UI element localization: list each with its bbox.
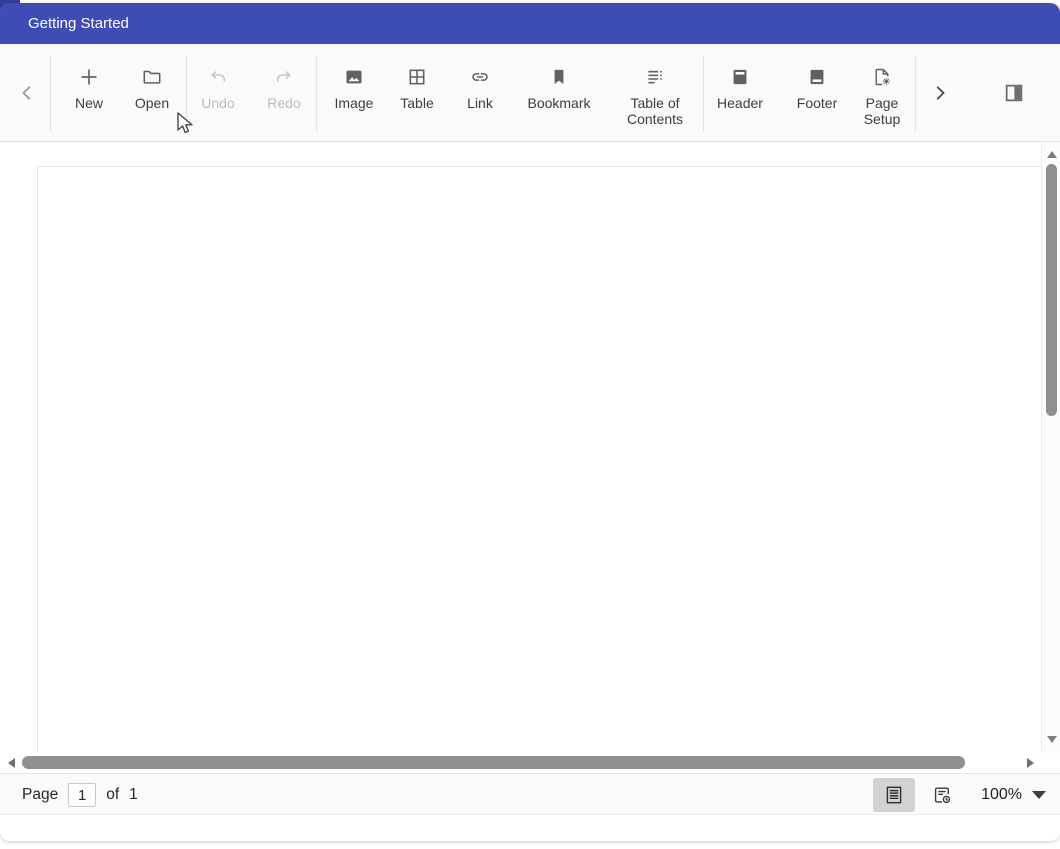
status-bar-right: 100% (873, 774, 1046, 816)
footer-button-label: Footer (797, 95, 837, 111)
vertical-scrollbar-thumb[interactable] (1046, 164, 1057, 416)
toolbar: New Open Undo Redo (0, 44, 1060, 142)
bookmark-button-label: Bookmark (527, 95, 590, 111)
zoom-dropdown[interactable]: 100% (981, 786, 1046, 804)
scroll-up-arrow-icon[interactable] (1047, 151, 1057, 158)
table-button-label: Table (400, 95, 433, 111)
scroll-down-arrow-icon[interactable] (1047, 736, 1057, 743)
caret-down-icon[interactable] (1032, 791, 1046, 799)
new-button-label: New (75, 95, 103, 111)
link-button[interactable]: Link (449, 54, 511, 136)
app-root: Getting Started New Open (0, 0, 1060, 849)
scroll-left-arrow-icon[interactable] (8, 758, 15, 768)
redo-button-label: Redo (267, 95, 300, 111)
undo-button-label: Undo (201, 95, 234, 111)
link-button-label: Link (467, 95, 493, 111)
redo-button[interactable]: Redo (253, 54, 315, 136)
bookmark-button[interactable]: Bookmark (519, 54, 599, 136)
properties-pane-icon (1003, 82, 1025, 104)
chevron-right-icon (929, 82, 951, 104)
table-of-contents-icon (644, 66, 666, 88)
open-button-label: Open (135, 95, 169, 111)
chevron-left-icon (16, 82, 38, 104)
vertical-scrollbar[interactable] (1041, 142, 1060, 753)
page-setup-button-label: Page Setup (859, 95, 905, 127)
table-of-contents-button[interactable]: Table of Contents (607, 54, 703, 136)
image-button[interactable]: Image (323, 54, 385, 136)
table-icon (406, 66, 428, 88)
print-layout-button[interactable] (873, 778, 915, 812)
table-button[interactable]: Table (386, 54, 448, 136)
page-setup-gear-icon (871, 66, 893, 88)
status-bar: Page of 1 100% (0, 773, 1060, 815)
header-button[interactable]: Header (709, 54, 771, 136)
footer-strip (0, 815, 1060, 841)
document-viewport (0, 142, 1060, 753)
web-layout-button[interactable] (921, 778, 963, 812)
image-icon (343, 66, 365, 88)
properties-pane-toggle-button[interactable] (994, 44, 1034, 142)
footer-icon (806, 66, 828, 88)
horizontal-scrollbar[interactable] (0, 753, 1041, 773)
image-button-label: Image (335, 95, 374, 111)
document-page[interactable] (37, 166, 1057, 753)
horizontal-scrollbar-thumb[interactable] (22, 756, 965, 769)
toolbar-separator (915, 56, 916, 132)
new-button[interactable]: New (58, 54, 120, 136)
scroll-right-arrow-icon[interactable] (1027, 758, 1034, 768)
page-label: Page (22, 786, 58, 804)
header-icon (729, 66, 751, 88)
header-button-label: Header (717, 95, 763, 111)
open-button[interactable]: Open (121, 54, 183, 136)
link-icon (469, 66, 491, 88)
page-count: 1 (129, 786, 138, 804)
footer-button[interactable]: Footer (786, 54, 848, 136)
table-of-contents-button-label: Table of Contents (619, 95, 691, 127)
toolbar-separator (316, 56, 317, 132)
redo-icon (273, 66, 295, 88)
zoom-value[interactable]: 100% (981, 786, 1022, 804)
window-title: Getting Started (28, 3, 129, 44)
toolbar-separator (703, 56, 704, 132)
document-editor-window: Getting Started New Open (0, 3, 1060, 841)
page-navigation: Page of 1 (22, 774, 138, 816)
toolbar-separator (50, 56, 51, 132)
web-layout-icon (931, 784, 953, 806)
page-setup-button[interactable]: Page Setup (852, 54, 912, 136)
title-bar: Getting Started (0, 3, 1060, 44)
of-label: of (106, 786, 119, 804)
page-number-input[interactable] (68, 783, 96, 807)
bookmark-icon (548, 66, 570, 88)
plus-icon (78, 66, 100, 88)
undo-button[interactable]: Undo (187, 54, 249, 136)
toolbar-scroll-right-button[interactable] (920, 44, 960, 142)
folder-icon (141, 66, 163, 88)
toolbar-scroll-left-button[interactable] (7, 44, 47, 142)
undo-icon (207, 66, 229, 88)
print-layout-icon (883, 784, 905, 806)
